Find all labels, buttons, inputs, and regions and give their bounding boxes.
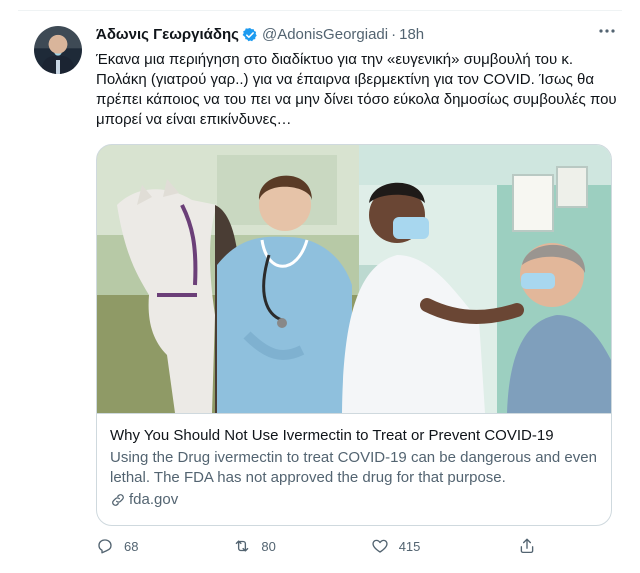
author-handle[interactable]: @AdonisGeorgiadi: [262, 26, 388, 43]
card-text: Why You Should Not Use Ivermectin to Tre…: [110, 426, 600, 510]
author-name[interactable]: Άδωνις Γεωργιάδης: [96, 26, 239, 43]
heart-icon: [372, 539, 388, 553]
like-button[interactable]: 415: [371, 537, 518, 555]
retweet-count: 80: [261, 538, 276, 554]
reply-icon: [98, 539, 112, 554]
top-divider: [18, 10, 622, 11]
avatar-tie: [56, 60, 60, 74]
retweet-button[interactable]: 80: [233, 537, 370, 555]
share-icon: [520, 538, 534, 554]
avatar[interactable]: [34, 26, 82, 74]
card-title[interactable]: Why You Should Not Use Ivermectin to Tre…: [110, 426, 600, 446]
action-bar: 68 80 415: [96, 536, 546, 556]
card-domain-text: fda.gov: [129, 491, 179, 508]
reply-button[interactable]: 68: [96, 537, 233, 555]
link-card[interactable]: Why You Should Not Use Ivermectin to Tre…: [96, 144, 612, 526]
card-image: [97, 145, 611, 414]
like-count: 415: [398, 538, 421, 554]
share-button[interactable]: [518, 537, 546, 555]
tweet-timestamp[interactable]: 18h: [399, 26, 424, 43]
header-separator: ·: [391, 26, 397, 43]
verified-badge-icon: [242, 27, 257, 41]
tweet[interactable]: Άδωνις Γεωργιάδης @AdonisGeorgiadi · 18h…: [22, 14, 628, 562]
card-description: Using the Drug ivermectin to treat COVID…: [110, 449, 597, 486]
more-icon[interactable]: [598, 22, 616, 45]
tweet-text: Έκανα μια περιήγηση στο διαδίκτυο για τη…: [96, 51, 617, 128]
retweet-icon: [236, 540, 249, 552]
link-icon: [112, 494, 124, 506]
tweet-header: Άδωνις Γεωργιάδης @AdonisGeorgiadi · 18h: [96, 26, 424, 43]
reply-count: 68: [124, 538, 139, 554]
card-domain[interactable]: fda.gov: [110, 490, 600, 510]
